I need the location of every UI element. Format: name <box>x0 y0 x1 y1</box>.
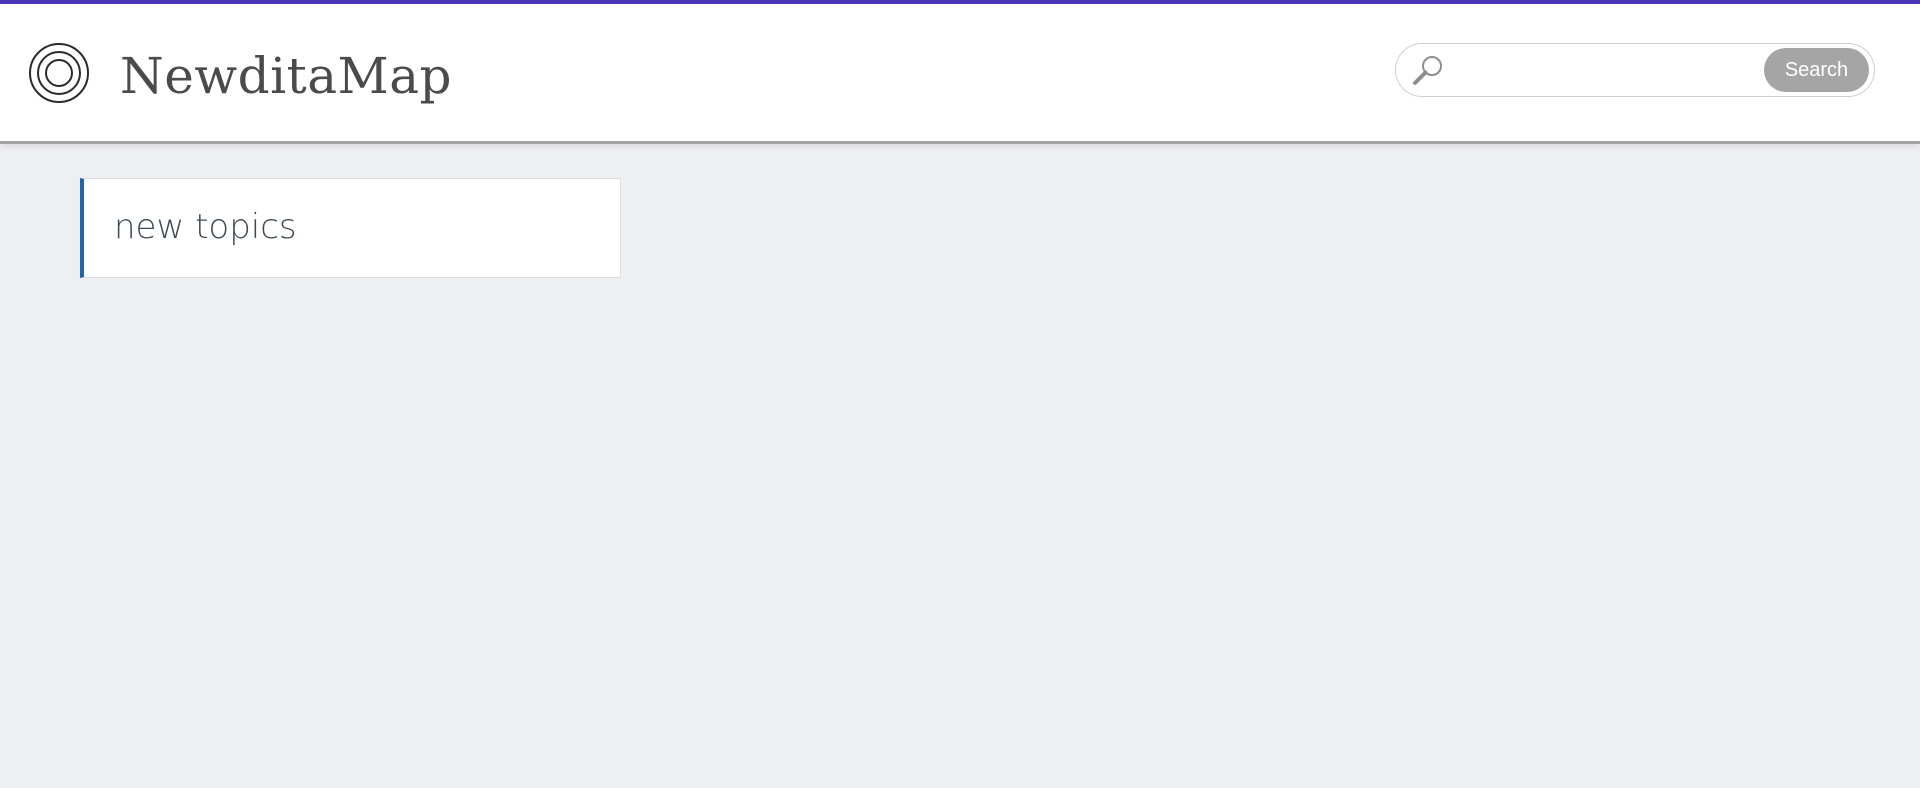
search-box: Search <box>1395 43 1875 97</box>
new-topics-card[interactable]: new topics <box>80 178 621 278</box>
search-icon <box>1410 53 1446 89</box>
site-logo-icon[interactable] <box>28 42 90 104</box>
search-input[interactable] <box>1456 52 1746 88</box>
search-button[interactable]: Search <box>1764 48 1869 92</box>
new-topics-card-label: new topics <box>114 207 297 247</box>
site-header: NewditaMap Search <box>0 4 1920 144</box>
site-title[interactable]: NewditaMap <box>120 46 452 106</box>
